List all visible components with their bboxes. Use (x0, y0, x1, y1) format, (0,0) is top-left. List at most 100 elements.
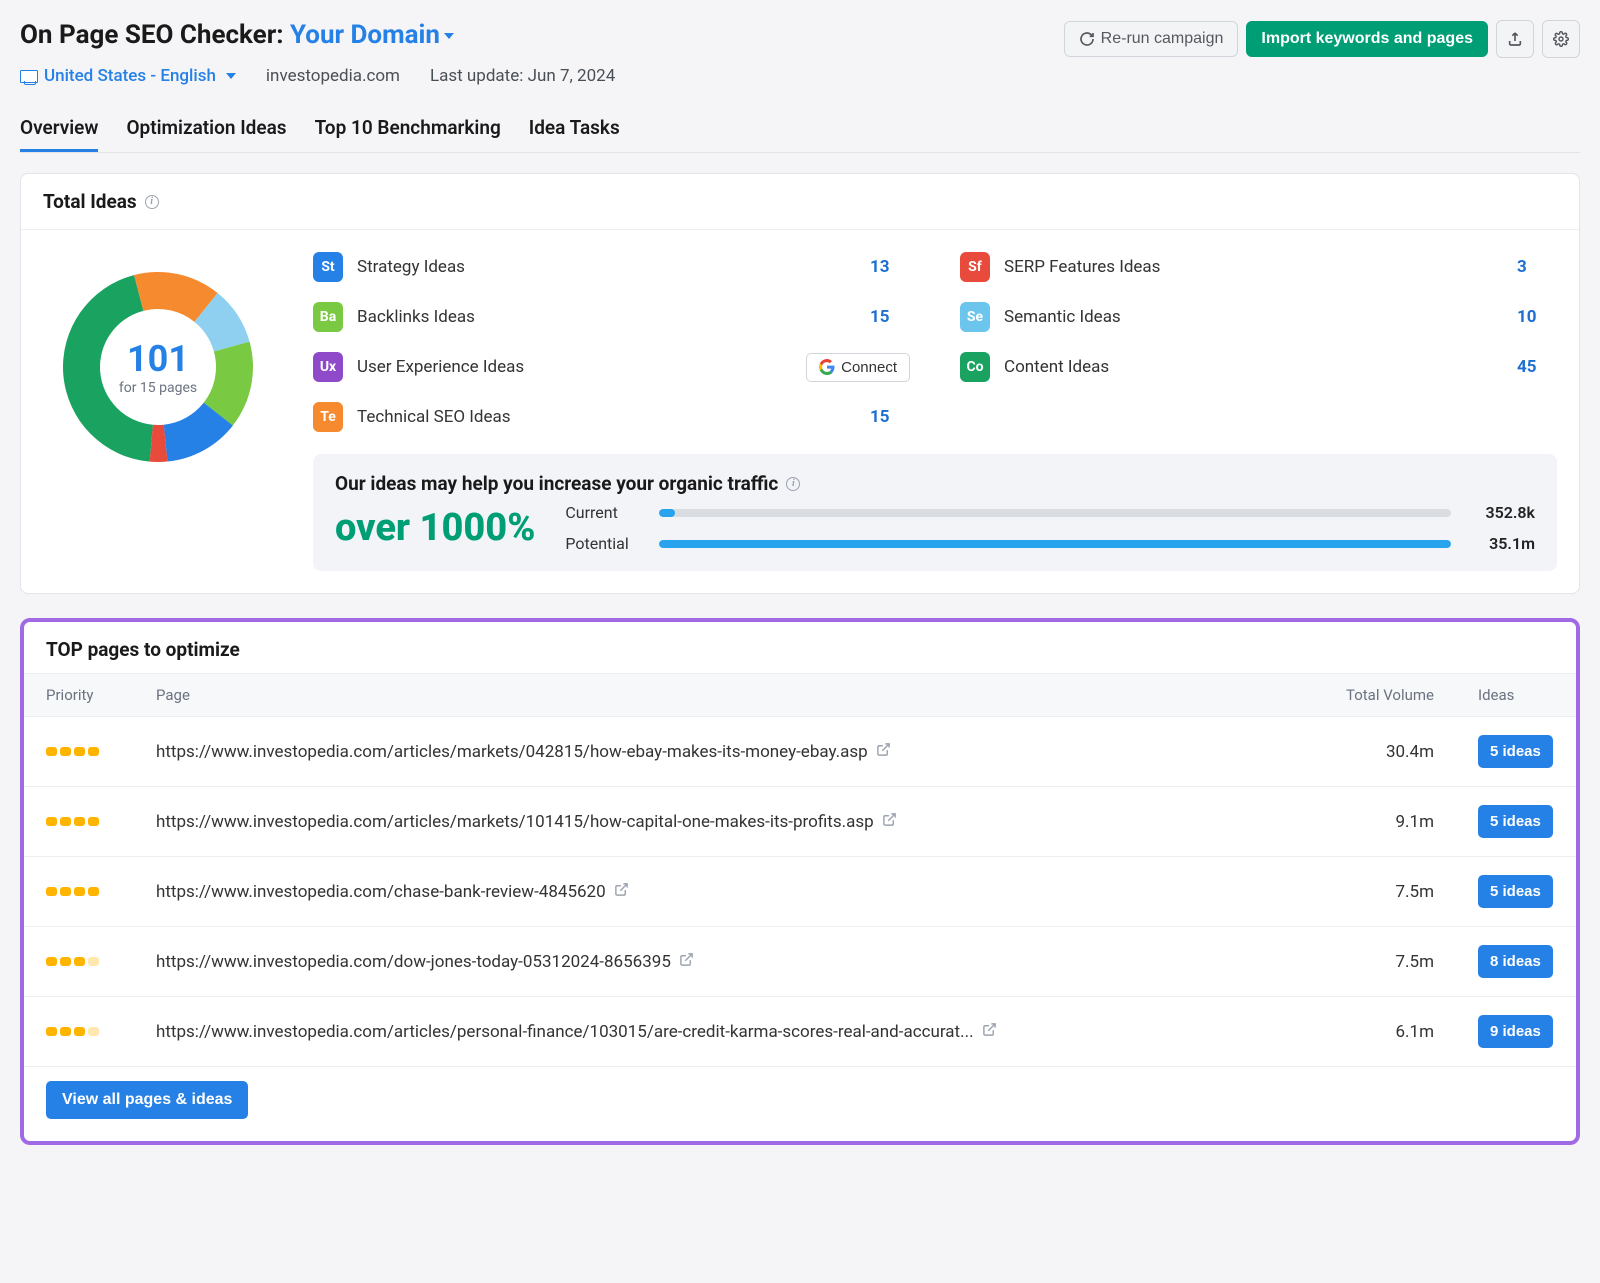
priority-indicator (46, 817, 112, 826)
total-ideas-card: Total Ideas i 101 for 15 pages St Strateg… (20, 173, 1580, 594)
traffic-bar-row: Potential35.1m (565, 534, 1535, 553)
table-row: https://www.investopedia.com/dow-jones-t… (24, 927, 1576, 997)
idea-badge: Co (960, 352, 990, 382)
priority-indicator (46, 957, 112, 966)
google-icon (819, 359, 835, 375)
last-update: Last update: Jun 7, 2024 (430, 66, 615, 86)
idea-category[interactable]: Co Content Ideas 45 (960, 352, 1557, 382)
traffic-bar-label: Potential (565, 534, 645, 553)
external-link-icon[interactable] (679, 952, 694, 967)
traffic-bar-row: Current352.8k (565, 503, 1535, 522)
settings-button[interactable] (1542, 20, 1580, 58)
idea-badge: Se (960, 302, 990, 332)
tab-idea-tasks[interactable]: Idea Tasks (529, 106, 620, 152)
idea-label: Semantic Ideas (1004, 307, 1503, 327)
site-domain: investopedia.com (266, 66, 400, 86)
page-volume: 7.5m (1316, 927, 1456, 997)
idea-value: 15 (870, 307, 910, 327)
idea-badge: Sf (960, 252, 990, 282)
traffic-bar (659, 509, 1451, 517)
ideas-count-button[interactable]: 5 ideas (1478, 735, 1553, 768)
idea-category[interactable]: St Strategy Ideas 13 (313, 252, 910, 282)
chevron-down-icon (226, 73, 236, 79)
ideas-donut-chart: 101 for 15 pages (43, 252, 273, 482)
connect-button[interactable]: Connect (806, 353, 910, 382)
idea-category[interactable]: Ba Backlinks Ideas 15 (313, 302, 910, 332)
rerun-campaign-button[interactable]: Re-run campaign (1064, 21, 1239, 57)
external-link-icon[interactable] (982, 1022, 997, 1037)
idea-badge: Te (313, 402, 343, 432)
col-volume: Total Volume (1316, 674, 1456, 717)
page-volume: 30.4m (1316, 717, 1456, 787)
idea-label: SERP Features Ideas (1004, 257, 1503, 277)
traffic-potential-box: Our ideas may help you increase your org… (313, 454, 1557, 571)
idea-value: 3 (1517, 257, 1557, 277)
ideas-count-button[interactable]: 5 ideas (1478, 875, 1553, 908)
traffic-bar-value: 352.8k (1465, 503, 1535, 522)
page-volume: 9.1m (1316, 787, 1456, 857)
ideas-count-button[interactable]: 9 ideas (1478, 1015, 1553, 1048)
page-url[interactable]: https://www.investopedia.com/articles/ma… (156, 812, 874, 832)
export-icon (1507, 31, 1523, 47)
idea-value: 45 (1517, 357, 1557, 377)
priority-indicator (46, 887, 112, 896)
table-row: https://www.investopedia.com/chase-bank-… (24, 857, 1576, 927)
top-pages-card: TOP pages to optimize Priority Page Tota… (20, 618, 1580, 1145)
page-url[interactable]: https://www.investopedia.com/articles/pe… (156, 1022, 974, 1042)
ideas-count-button[interactable]: 5 ideas (1478, 805, 1553, 838)
info-icon[interactable]: i (786, 477, 800, 491)
page-url[interactable]: https://www.investopedia.com/dow-jones-t… (156, 952, 671, 972)
idea-label: User Experience Ideas (357, 357, 792, 377)
page-title: On Page SEO Checker: Your Domain (20, 20, 454, 50)
idea-category[interactable]: Sf SERP Features Ideas 3 (960, 252, 1557, 282)
table-row: https://www.investopedia.com/articles/pe… (24, 997, 1576, 1067)
external-link-icon[interactable] (876, 742, 891, 757)
idea-label: Backlinks Ideas (357, 307, 856, 327)
idea-value: 15 (870, 407, 910, 427)
idea-badge: Ux (313, 352, 343, 382)
idea-badge: St (313, 252, 343, 282)
total-ideas-title: Total Ideas (43, 190, 137, 213)
traffic-percent: over 1000% (335, 506, 535, 550)
idea-label: Technical SEO Ideas (357, 407, 856, 427)
traffic-bar (659, 540, 1451, 548)
traffic-heading: Our ideas may help you increase your org… (335, 472, 778, 495)
idea-badge: Ba (313, 302, 343, 332)
tab-top10-benchmarking[interactable]: Top 10 Benchmarking (315, 106, 501, 152)
gear-icon (1553, 31, 1569, 47)
ideas-count-button[interactable]: 8 ideas (1478, 945, 1553, 978)
idea-value: 10 (1517, 307, 1557, 327)
external-link-icon[interactable] (614, 882, 629, 897)
idea-category[interactable]: Ux User Experience Ideas Connect (313, 352, 910, 382)
main-tabs: Overview Optimization Ideas Top 10 Bench… (20, 106, 1580, 153)
chevron-down-icon (444, 33, 454, 39)
locale-selector[interactable]: United States - English (20, 66, 236, 86)
import-keywords-button[interactable]: Import keywords and pages (1246, 21, 1488, 57)
table-header-row: Priority Page Total Volume Ideas (24, 674, 1576, 717)
idea-label: Content Ideas (1004, 357, 1503, 377)
page-url[interactable]: https://www.investopedia.com/articles/ma… (156, 742, 868, 762)
top-pages-title: TOP pages to optimize (24, 622, 1576, 673)
info-icon[interactable]: i (145, 195, 159, 209)
col-priority: Priority (24, 674, 134, 717)
idea-label: Strategy Ideas (357, 257, 856, 277)
external-link-icon[interactable] (882, 812, 897, 827)
domain-selector[interactable]: Your Domain (290, 20, 454, 50)
priority-indicator (46, 747, 112, 756)
table-row: https://www.investopedia.com/articles/ma… (24, 717, 1576, 787)
tab-optimization-ideas[interactable]: Optimization Ideas (126, 106, 286, 152)
table-row: https://www.investopedia.com/articles/ma… (24, 787, 1576, 857)
title-prefix: On Page SEO Checker: (20, 20, 284, 50)
idea-value: 13 (870, 257, 910, 277)
view-all-pages-button[interactable]: View all pages & ideas (46, 1081, 248, 1119)
idea-category[interactable]: Se Semantic Ideas 10 (960, 302, 1557, 332)
idea-category[interactable]: Te Technical SEO Ideas 15 (313, 402, 910, 432)
priority-indicator (46, 1027, 112, 1036)
refresh-icon (1079, 31, 1095, 47)
tab-overview[interactable]: Overview (20, 106, 98, 152)
total-ideas-pages: for 15 pages (119, 380, 197, 396)
export-button[interactable] (1496, 20, 1534, 58)
page-url[interactable]: https://www.investopedia.com/chase-bank-… (156, 882, 606, 902)
col-ideas: Ideas (1456, 674, 1576, 717)
total-ideas-count: 101 (127, 338, 189, 380)
